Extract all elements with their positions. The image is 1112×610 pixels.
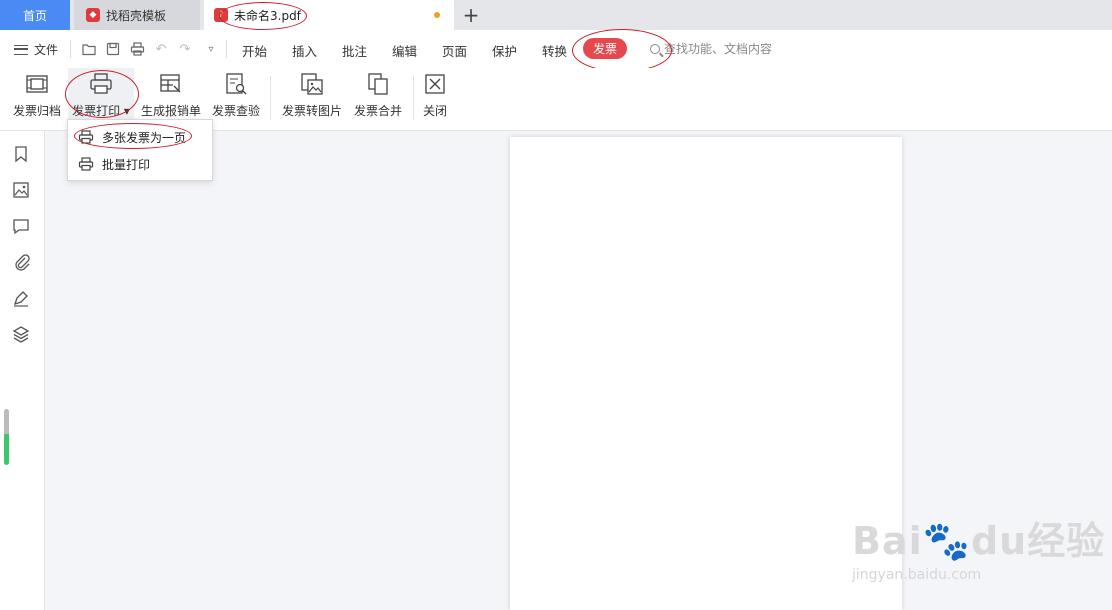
menu-protect[interactable]: 保护 <box>492 41 517 60</box>
tab-templates-label: 找稻壳模板 <box>106 8 167 23</box>
printer-icon <box>90 73 112 94</box>
search-placeholder: 查找功能、文档内容 <box>664 42 773 56</box>
invoice-to-image-button[interactable]: 发票转图片 <box>280 68 344 126</box>
pdf-file-icon: ♪ <box>214 8 228 22</box>
divider <box>226 40 227 58</box>
image-icon[interactable] <box>11 180 31 200</box>
tab-templates[interactable]: ◆ 找稻壳模板 <box>74 0 200 30</box>
comment-icon[interactable] <box>11 216 31 236</box>
generate-expense-report-button[interactable]: 生成报销单 <box>140 68 202 126</box>
printer-icon <box>78 130 94 144</box>
file-menu-button[interactable]: 文件 <box>14 41 58 58</box>
dropdown-item-batch-print[interactable]: 批量打印 <box>78 154 150 174</box>
invoice-verify-button[interactable]: 发票查验 <box>209 68 263 126</box>
print-dropdown-menu: 多张发票为一页 批量打印 <box>67 119 213 181</box>
paperclip-icon[interactable] <box>11 252 31 272</box>
layers-icon[interactable] <box>11 324 31 344</box>
divider <box>70 40 71 58</box>
hamburger-icon <box>14 44 28 55</box>
film-archive-icon <box>26 75 48 93</box>
tab-bar: 首页 ◆ 找稻壳模板 ♪ 未命名3.pdf + <box>0 0 1112 30</box>
invoice-verify-label: 发票查验 <box>211 104 260 118</box>
signature-pen-icon[interactable] <box>11 288 31 308</box>
to-image-icon <box>301 73 323 95</box>
redo-icon[interactable]: ↷ <box>176 40 194 58</box>
invoice-merge-button[interactable]: 发票合并 <box>351 68 405 126</box>
sidebar-scroll-indicator[interactable] <box>4 409 9 465</box>
tab-home-label: 首页 <box>22 8 47 23</box>
menu-annotate[interactable]: 批注 <box>342 41 367 60</box>
search-box[interactable]: 查找功能、文档内容 <box>650 40 772 57</box>
add-tab-button[interactable]: + <box>458 0 484 30</box>
dropdown-item-multi-per-page[interactable]: 多张发票为一页 <box>78 127 186 147</box>
menu-convert[interactable]: 转换 <box>542 41 567 60</box>
close-invoice-label: 关闭 <box>422 104 447 118</box>
undo-icon[interactable]: ↶ <box>152 40 170 58</box>
watermark-url: jingyan.baidu.com <box>852 567 982 583</box>
paw-icon: 🐾 <box>922 519 971 563</box>
file-menu-label: 文件 <box>34 43 59 57</box>
invoice-print-button[interactable]: 发票打印 ▾ <box>68 68 134 126</box>
dropdown-item-label: 多张发票为一页 <box>102 130 187 145</box>
menu-bar: 文件 ↶ ↷ ▿ 开始 插入 批注 编辑 页面 保护 转换 发票 查找功能、文档… <box>0 30 1112 68</box>
customize-dropdown-icon[interactable]: ▿ <box>202 40 220 58</box>
search-icon <box>650 43 660 54</box>
dropdown-item-label: 批量打印 <box>102 157 151 172</box>
menu-edit[interactable]: 编辑 <box>392 41 417 60</box>
menu-invoice[interactable]: 发票 <box>583 38 627 59</box>
invoice-to-image-label: 发票转图片 <box>281 104 342 118</box>
menu-start[interactable]: 开始 <box>242 41 267 60</box>
document-page[interactable] <box>510 137 902 610</box>
tab-document[interactable]: ♪ 未命名3.pdf <box>204 0 454 30</box>
plus-icon: + <box>462 3 480 27</box>
ribbon-divider <box>270 76 271 120</box>
print-icon[interactable] <box>128 40 146 58</box>
baidu-watermark: Bai🐾du经验 jingyan.baidu.com <box>852 510 1105 583</box>
invoice-print-label: 发票打印 ▾ <box>72 104 130 118</box>
tab-document-label: 未命名3.pdf <box>234 8 301 23</box>
invoice-merge-label: 发票合并 <box>353 104 402 118</box>
close-invoice-button[interactable]: 关闭 <box>420 68 450 126</box>
docer-logo-icon: ◆ <box>86 8 100 22</box>
open-folder-icon[interactable] <box>80 40 98 58</box>
menu-page[interactable]: 页面 <box>442 41 467 60</box>
table-report-icon <box>160 74 181 93</box>
watermark-brand: Bai🐾du经验 <box>852 519 1106 563</box>
invoice-archive-button[interactable]: 发票归档 <box>10 68 64 126</box>
generate-expense-report-label: 生成报销单 <box>140 104 201 118</box>
close-icon <box>425 74 445 94</box>
bookmark-icon[interactable] <box>11 144 31 164</box>
ribbon-divider <box>413 76 414 120</box>
merge-icon <box>368 73 388 95</box>
menu-insert[interactable]: 插入 <box>292 41 317 60</box>
invoice-archive-label: 发票归档 <box>12 104 61 118</box>
verify-search-icon <box>226 73 247 95</box>
printer-icon <box>78 157 94 171</box>
save-icon[interactable] <box>104 40 122 58</box>
unsaved-dot-icon <box>434 12 440 18</box>
tab-home[interactable]: 首页 <box>0 0 70 30</box>
left-sidebar <box>0 131 45 610</box>
